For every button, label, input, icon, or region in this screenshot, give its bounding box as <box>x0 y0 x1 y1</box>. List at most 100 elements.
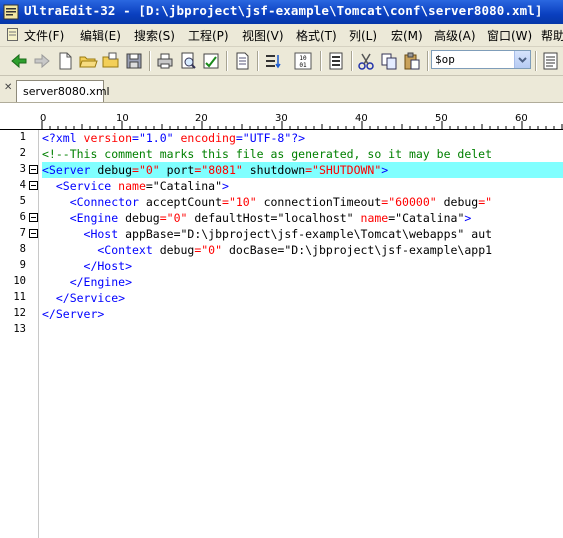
open-folder-icon[interactable] <box>78 51 98 71</box>
ruler-label: 20 <box>195 113 208 124</box>
sort-icon[interactable] <box>263 51 283 71</box>
toolbar: 10 01 $op <box>0 47 563 76</box>
code-token: </Service> <box>42 291 126 305</box>
code-token: <Engine <box>42 211 126 225</box>
menu-search[interactable]: 搜索(S) <box>134 27 175 44</box>
code-line[interactable]: <Context debug="0" docBase="D:\jbproject… <box>42 242 492 258</box>
code-token: docBase <box>228 243 278 257</box>
fold-toggle-icon[interactable] <box>29 181 38 190</box>
window-title: UltraEdit-32 - [D:\jbproject\jsf-example… <box>24 3 543 18</box>
code-line[interactable]: <Host appBase="D:\jbproject\jsf-example\… <box>42 226 493 242</box>
tab-server8080-xml[interactable]: server8080.xml <box>16 80 110 102</box>
copy-icon[interactable] <box>379 51 399 71</box>
back-arrow-icon[interactable] <box>9 51 29 71</box>
menu-edit[interactable]: 编辑(E) <box>80 27 121 44</box>
menu-macro[interactable]: 宏(M) <box>391 27 423 44</box>
print-preview-icon[interactable] <box>178 51 198 71</box>
close-icon[interactable]: ✕ <box>4 82 12 93</box>
code-line[interactable]: <Service name="Catalina"> <box>42 178 229 194</box>
code-line[interactable]: </Server> <box>42 306 104 322</box>
code-line[interactable]: </Host> <box>42 258 132 274</box>
code-token: <!--This comment marks this file as gene… <box>42 147 493 161</box>
toolbar-separator <box>351 51 353 71</box>
title-bar: UltraEdit-32 - [D:\jbproject\jsf-example… <box>0 0 563 24</box>
code-token: ="1.0" <box>132 131 181 145</box>
code-line[interactable]: <Server debug="0" port="8081" shutdown="… <box>42 162 563 178</box>
forward-arrow-icon[interactable] <box>32 51 52 71</box>
ruler-label: 30 <box>275 113 288 124</box>
svg-text:01: 01 <box>299 62 307 69</box>
line-number: 2 <box>19 147 26 159</box>
menu-window[interactable]: 窗口(W) <box>487 27 532 44</box>
code-token: <Connector <box>42 195 146 209</box>
ruler-label: 40 <box>355 113 368 124</box>
code-token: name <box>360 211 389 225</box>
ruler-label: 0 <box>40 113 47 124</box>
code-line[interactable]: </Engine> <box>42 274 132 290</box>
fold-toggle-icon[interactable] <box>29 229 38 238</box>
fold-toggle-icon[interactable] <box>29 165 38 174</box>
properties-icon[interactable] <box>326 51 346 71</box>
code-line[interactable]: <Engine debug="0" defaultHost="localhost… <box>42 210 472 226</box>
paste-icon[interactable] <box>402 51 422 71</box>
line-number: 8 <box>19 243 26 255</box>
save-icon[interactable] <box>124 51 144 71</box>
code-token: <Host <box>42 227 126 241</box>
line-number: 5 <box>19 195 26 207</box>
line-number-gutter: 1 2 3 4 5 6 7 8 9 10 11 12 13 <box>0 130 39 538</box>
menu-column[interactable]: 列(L) <box>349 27 377 44</box>
search-combo-value[interactable]: $op <box>435 53 455 66</box>
dropdown-button[interactable] <box>514 51 530 68</box>
document-icon[interactable] <box>6 28 19 41</box>
toolbar-separator <box>427 51 429 71</box>
find-list-icon[interactable] <box>541 51 561 71</box>
menu-help[interactable]: 帮助 <box>541 27 563 44</box>
code-token: ="D:\jbproject\jsf-example\app1 <box>277 243 493 257</box>
code-token: shutdown <box>249 163 306 177</box>
hex-icon[interactable]: 10 01 <box>293 51 313 71</box>
line-number: 7 <box>19 227 26 239</box>
chevron-down-icon <box>518 57 527 63</box>
code-token: ="SHUTDOWN" <box>305 163 382 177</box>
page-setup-icon[interactable] <box>232 51 252 71</box>
code-token: </Host> <box>42 259 133 273</box>
spell-check-icon[interactable] <box>201 51 221 71</box>
code-token: ="0" <box>132 163 167 177</box>
ultraedit-app-icon[interactable] <box>3 4 19 20</box>
code-line[interactable]: <!--This comment marks this file as gene… <box>42 146 492 162</box>
cut-icon[interactable] <box>356 51 376 71</box>
open-recent-icon[interactable] <box>101 51 121 71</box>
menu-view[interactable]: 视图(V) <box>242 27 284 44</box>
menu-project[interactable]: 工程(P) <box>188 27 229 44</box>
code-token: ="0" <box>194 243 229 257</box>
document-tab-bar: ✕ server8080.xml <box>0 76 563 103</box>
menu-file[interactable]: 文件(F) <box>24 27 64 44</box>
toolbar-separator <box>257 51 259 71</box>
code-line[interactable]: </Service> <box>42 290 125 306</box>
code-line[interactable]: <?xml version="1.0" encoding="UTF-8"?> <box>42 130 305 146</box>
code-token: ="localhost" <box>270 211 361 225</box>
toolbar-separator <box>226 51 228 71</box>
fold-toggle-icon[interactable] <box>29 213 38 222</box>
code-token: ="0" <box>159 211 195 225</box>
code-line[interactable]: <Connector acceptCount="10" connectionTi… <box>42 194 492 210</box>
code-token: > <box>381 163 389 177</box>
code-token: <?xml <box>42 131 84 145</box>
code-token: ="8081" <box>194 163 250 177</box>
code-token: connectionTimeout <box>263 195 382 209</box>
line-number: 10 <box>13 275 26 287</box>
code-token: acceptCount <box>145 195 223 209</box>
code-token: defaultHost <box>194 211 271 225</box>
code-token: ="Catalina" <box>145 179 223 193</box>
code-token: <Service <box>42 179 119 193</box>
line-number: 12 <box>13 307 26 319</box>
menu-format[interactable]: 格式(T) <box>296 27 337 44</box>
code-token: =" <box>478 195 493 209</box>
text-editor[interactable]: 1 2 3 4 5 6 7 8 9 10 11 12 13 <?xml version="1.0" en… <box>0 130 563 538</box>
code-token: debug <box>443 195 479 209</box>
print-icon[interactable] <box>155 51 175 71</box>
new-file-icon[interactable] <box>55 51 75 71</box>
search-combo[interactable]: $op <box>431 50 531 69</box>
code-token: <Context <box>42 243 160 257</box>
menu-advanced[interactable]: 高级(A) <box>434 27 476 44</box>
